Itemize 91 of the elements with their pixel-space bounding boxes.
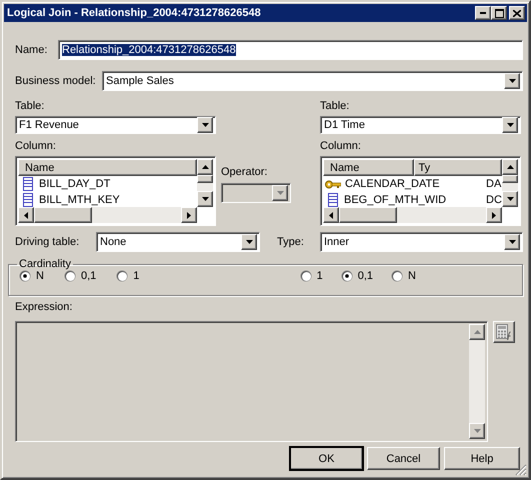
scroll-right-button[interactable]: [486, 207, 502, 223]
expression-field[interactable]: [15, 321, 488, 442]
caret-icon: [506, 197, 514, 201]
window-title: Logical Join - Relationship_2004:4731278626548: [7, 7, 262, 19]
driving-table-label: Driving table:: [15, 236, 80, 248]
vertical-scrollbar[interactable]: [197, 159, 213, 207]
dialog-button[interactable]: Help: [444, 447, 520, 470]
minimize-button[interactable]: [475, 6, 491, 20]
business-model-dropdown[interactable]: Sample Sales: [102, 71, 523, 91]
close-button[interactable]: [509, 6, 525, 20]
driving-table-dropdown[interactable]: None: [96, 232, 260, 252]
dialog-button[interactable]: OK: [290, 447, 363, 470]
type-dropdown[interactable]: Inner: [320, 232, 523, 252]
arrow-right-icon: [492, 212, 496, 218]
radio-option[interactable]: 0,1: [64, 270, 96, 282]
maximize-icon: [494, 8, 504, 18]
column-icon: [23, 177, 33, 191]
expression-builder-button[interactable]: [493, 321, 515, 343]
radio-option[interactable]: 0,1: [340, 270, 374, 282]
scroll-down-button[interactable]: [197, 191, 213, 207]
column-name: BILL_MTH_KEY: [39, 194, 120, 206]
column-icon: [23, 193, 33, 207]
arrow-up-icon: [202, 165, 208, 169]
horizontal-scrollbar[interactable]: [323, 207, 502, 223]
table-dropdown[interactable]: F1 Revenue: [15, 116, 216, 134]
key-icon: [325, 180, 341, 188]
column-icon: [328, 193, 338, 207]
caret-icon: [276, 191, 284, 195]
maximize-button[interactable]: [491, 6, 507, 20]
radio-option[interactable]: 1: [116, 270, 140, 282]
radio-option[interactable]: 1: [300, 270, 323, 282]
list-row[interactable]: BEG_OF_MTH_WID DC: [323, 192, 502, 207]
caret-icon: [246, 240, 252, 244]
caret-icon: [506, 123, 514, 127]
arrow-up-icon: [474, 330, 480, 334]
arrow-left-icon: [24, 212, 28, 218]
horizontal-scrollbar[interactable]: [18, 207, 197, 223]
column-label: Column:: [15, 140, 57, 152]
caret-icon: [202, 123, 208, 127]
column-name: BEG_OF_MTH_WID: [344, 194, 446, 206]
scroll-left-button[interactable]: [323, 207, 339, 223]
radio-option[interactable]: N: [391, 270, 416, 282]
caret-icon: [474, 429, 480, 433]
column-list[interactable]: Name Ty CALENDAR_DATE DA BEG_OF_MTH_WID DC: [320, 156, 521, 226]
operator-label: Operator:: [221, 166, 268, 178]
column-label: Column:: [320, 140, 362, 152]
column-header[interactable]: Name: [323, 159, 414, 176]
column-type: DC: [486, 194, 502, 206]
column-name: CALENDAR_DATE: [345, 178, 440, 190]
business-model-label: Business model:: [15, 75, 97, 87]
type-label: Type:: [277, 236, 305, 248]
scroll-thumb[interactable]: [502, 175, 518, 183]
arrow-up-icon: [506, 165, 514, 169]
dialog-button[interactable]: Cancel: [367, 447, 440, 470]
table-dropdown[interactable]: D1 Time: [320, 116, 521, 134]
list-row[interactable]: BILL_MTH_KEY: [18, 192, 197, 207]
calculator-icon: [496, 324, 512, 340]
scroll-right-button[interactable]: [181, 207, 197, 223]
scroll-up-button[interactable]: [197, 159, 213, 175]
caret-icon: [202, 197, 208, 201]
expression-label: Expression:: [15, 301, 74, 313]
column-header[interactable]: Name: [18, 159, 197, 176]
arrow-right-icon: [187, 212, 191, 218]
caret-icon: [508, 240, 516, 244]
scroll-left-button[interactable]: [18, 207, 34, 223]
scroll-down-button[interactable]: [502, 191, 518, 207]
scroll-thumb[interactable]: [197, 175, 213, 183]
close-icon: [513, 10, 521, 16]
table-label: Table:: [15, 100, 46, 112]
group-label: Cardinality: [18, 258, 72, 270]
name-field[interactable]: Relationship_2004:4731278626548: [58, 40, 523, 60]
column-header[interactable]: Ty: [414, 159, 502, 176]
vertical-scrollbar[interactable]: [502, 159, 518, 207]
name-label: Name:: [15, 44, 48, 56]
column-list[interactable]: Name BILL_DAY_DT BILL_MTH_KEY: [15, 156, 216, 226]
column-type: DA: [486, 178, 502, 190]
table-label: Table:: [320, 100, 350, 112]
arrow-left-icon: [329, 212, 333, 218]
scroll-thumb[interactable]: [34, 207, 92, 223]
caret-icon: [508, 79, 516, 83]
vertical-scrollbar[interactable]: [469, 324, 485, 439]
scroll-up-button[interactable]: [502, 159, 518, 175]
scroll-up-button[interactable]: [469, 324, 485, 340]
resize-grip-icon: [515, 464, 527, 476]
list-row[interactable]: CALENDAR_DATE DA: [323, 176, 502, 192]
scroll-thumb[interactable]: [339, 207, 397, 223]
minimize-icon: [480, 12, 486, 14]
list-row[interactable]: BILL_DAY_DT: [18, 176, 197, 192]
radio-option[interactable]: N: [19, 270, 44, 282]
column-name: BILL_DAY_DT: [39, 178, 110, 190]
scroll-down-button[interactable]: [469, 423, 485, 439]
